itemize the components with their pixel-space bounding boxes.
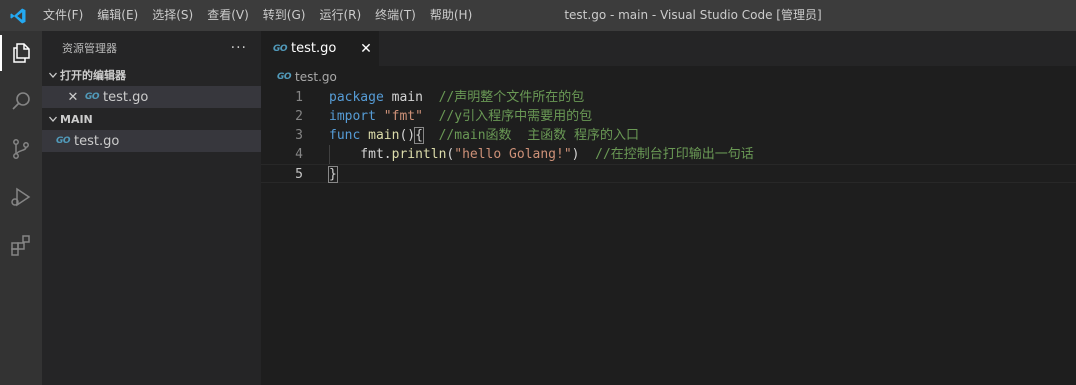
- code-token: //main函数 主函数 程序的入口: [438, 128, 640, 143]
- tab-label: test.go: [291, 41, 337, 56]
- code-editor[interactable]: 1 package main //声明整个文件所在的包 2 import "fmt" …: [261, 88, 1076, 183]
- source-control-icon[interactable]: [0, 131, 42, 167]
- code-token: func: [329, 128, 361, 143]
- code-text: func main(){ //main函数 主函数 程序的入口: [329, 126, 639, 145]
- menu-file[interactable]: 文件(F): [36, 0, 90, 31]
- extensions-icon[interactable]: [0, 227, 42, 263]
- code-token: {: [414, 127, 424, 144]
- line-number: 2: [295, 109, 303, 124]
- open-editor-item[interactable]: ✕ GO test.go: [42, 86, 261, 108]
- open-editors-label: 打开的编辑器: [60, 69, 126, 82]
- code-token: (): [399, 128, 416, 143]
- code-token: }: [328, 166, 338, 183]
- code-token: fmt.: [329, 147, 392, 162]
- search-icon[interactable]: [0, 83, 42, 119]
- chevron-down-icon: [46, 114, 60, 124]
- vscode-logo-icon[interactable]: [0, 0, 36, 31]
- run-debug-icon[interactable]: [0, 179, 42, 215]
- code-token: println: [391, 147, 447, 162]
- open-editors-section[interactable]: 打开的编辑器: [42, 64, 261, 86]
- folder-label: MAIN: [60, 112, 93, 126]
- code-text: }: [328, 165, 338, 184]
- window-title: test.go - main - Visual Studio Code [管理员…: [564, 8, 822, 22]
- code-token: main: [383, 90, 439, 105]
- breadcrumb-filename[interactable]: test.go: [295, 70, 337, 84]
- file-tree-filename: test.go: [74, 133, 120, 149]
- code-line[interactable]: 1 package main //声明整个文件所在的包: [261, 88, 1076, 107]
- menu-edit[interactable]: 编辑(E): [90, 0, 145, 31]
- menu-bar: 文件(F) 编辑(E) 选择(S) 查看(V) 转到(G) 运行(R) 终端(T…: [36, 0, 479, 31]
- code-line[interactable]: 2 import "fmt" //y引入程序中需要用的包: [261, 107, 1076, 126]
- open-editor-filename: test.go: [103, 89, 149, 105]
- close-icon[interactable]: ✕: [66, 90, 80, 105]
- folder-section[interactable]: MAIN: [42, 108, 261, 130]
- editor-area: GO test.go ✕ GO test.go 1 package main //…: [261, 31, 1076, 385]
- code-token: "fmt": [383, 109, 423, 124]
- code-token: //y引入程序中需要用的包: [438, 109, 593, 124]
- code-token: "hello Golang!": [454, 147, 572, 162]
- code-token: main: [368, 128, 400, 143]
- code-line[interactable]: 5}: [261, 164, 1076, 183]
- title-bar: 文件(F) 编辑(E) 选择(S) 查看(V) 转到(G) 运行(R) 终端(T…: [0, 0, 1076, 31]
- code-text: fmt.println("hello Golang!") //在控制台打印输出一…: [329, 145, 754, 164]
- tab-bar: GO test.go ✕: [261, 31, 1076, 66]
- sidebar-header: 资源管理器 ···: [42, 31, 261, 64]
- line-number: 5: [295, 167, 303, 182]
- menu-help[interactable]: 帮助(H): [423, 0, 479, 31]
- tab-close-icon[interactable]: ✕: [353, 41, 379, 57]
- explorer-sidebar: 资源管理器 ··· 打开的编辑器 ✕ GO test.go MAIN GO te…: [42, 31, 261, 385]
- menu-go[interactable]: 转到(G): [256, 0, 313, 31]
- go-file-icon: GO: [56, 136, 71, 146]
- code-text: import "fmt" //y引入程序中需要用的包: [329, 107, 592, 126]
- chevron-down-icon: [46, 70, 60, 80]
- menu-terminal[interactable]: 终端(T): [368, 0, 423, 31]
- sidebar-title: 资源管理器: [62, 41, 117, 55]
- menu-selection[interactable]: 选择(S): [145, 0, 200, 31]
- code-line[interactable]: 4 fmt.println("hello Golang!") //在控制台打印输…: [261, 145, 1076, 164]
- go-file-icon: GO: [273, 43, 288, 54]
- activity-bar: [0, 31, 42, 385]
- code-line[interactable]: 3 func main(){ //main函数 主函数 程序的入口: [261, 126, 1076, 145]
- line-number: 1: [295, 90, 303, 105]
- line-number: 3: [295, 128, 303, 143]
- file-tree-item[interactable]: GO test.go: [42, 130, 261, 152]
- more-actions-icon[interactable]: ···: [231, 40, 247, 56]
- code-token: package: [329, 90, 384, 105]
- indent-guide: [329, 145, 330, 164]
- code-token: ): [571, 147, 596, 162]
- code-token: //在控制台打印输出一句话: [595, 147, 754, 162]
- go-file-icon: GO: [277, 72, 292, 82]
- line-number: 4: [295, 147, 303, 162]
- menu-view[interactable]: 查看(V): [200, 0, 256, 31]
- go-file-icon: GO: [85, 92, 100, 102]
- menu-run[interactable]: 运行(R): [312, 0, 368, 31]
- explorer-icon[interactable]: [0, 35, 42, 71]
- tab-test-go[interactable]: GO test.go ✕: [261, 31, 379, 66]
- breadcrumb: GO test.go: [261, 66, 1076, 88]
- code-token: import: [329, 109, 376, 124]
- code-text: package main //声明整个文件所在的包: [329, 88, 584, 107]
- code-token: //声明整个文件所在的包: [438, 90, 585, 105]
